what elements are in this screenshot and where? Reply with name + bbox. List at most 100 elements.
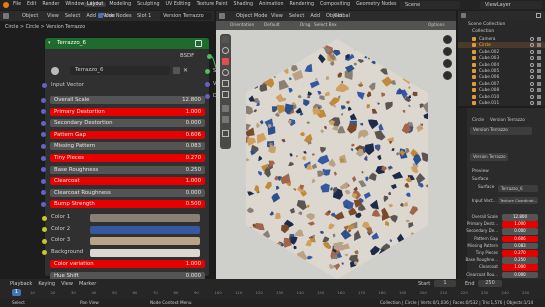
- outliner-item[interactable]: Cube.011: [458, 100, 545, 106]
- input-socket[interactable]: [41, 201, 46, 207]
- workspace-tab-compositing[interactable]: Compositing: [317, 2, 353, 7]
- material-field[interactable]: Version Terrazzo: [160, 12, 212, 20]
- color-swatch[interactable]: [90, 237, 200, 246]
- socket-v[interactable]: [205, 82, 210, 87]
- input-socket[interactable]: [41, 109, 46, 115]
- node-field-pattern-gap[interactable]: Pattern Gap 0.606: [41, 130, 205, 139]
- select-box-dropdown[interactable]: Select Box: [314, 21, 337, 30]
- menu-window[interactable]: Window: [65, 2, 84, 7]
- visibility-icon[interactable]: [530, 56, 534, 61]
- outliner-filter-icon[interactable]: [536, 13, 541, 18]
- outliner-item[interactable]: Cube.010: [458, 94, 545, 100]
- use-nodes-checkbox[interactable]: [98, 13, 103, 18]
- perspective-icon[interactable]: [443, 71, 452, 80]
- visibility-icon[interactable]: [530, 75, 534, 80]
- outliner-item[interactable]: Cube.002: [458, 49, 545, 55]
- rotate-tool-icon[interactable]: [222, 69, 229, 76]
- editor-type-icon[interactable]: [3, 13, 9, 19]
- prop-row-field[interactable]: 1.000: [502, 264, 538, 271]
- workspace-tab-texture-paint[interactable]: Texture Paint: [194, 2, 231, 7]
- visibility-icon[interactable]: [530, 62, 534, 67]
- transform-tool-icon[interactable]: [222, 91, 229, 98]
- render-icon[interactable]: [537, 75, 541, 80]
- workspace-tab-geometry-nodes[interactable]: Geometry Nodes: [353, 2, 399, 7]
- visibility-icon[interactable]: [530, 49, 534, 54]
- add-cube-tool-icon[interactable]: [222, 130, 229, 137]
- outliner-item[interactable]: Cube.007: [458, 81, 545, 87]
- render-icon[interactable]: [537, 69, 541, 73]
- color-swatch[interactable]: [90, 214, 200, 222]
- viewport-menu-view[interactable]: View: [271, 13, 283, 19]
- unlink-icon[interactable]: ✕: [183, 67, 188, 74]
- outliner-item[interactable]: Circle: [458, 42, 545, 49]
- node-field-primary-destortion[interactable]: Primary Destortion 1.000: [41, 107, 205, 116]
- render-icon[interactable]: [537, 49, 541, 54]
- preview-panel[interactable]: Preview: [472, 169, 489, 174]
- node-field-base-roughness[interactable]: Base Roughness 0.250: [41, 165, 205, 174]
- scene-field[interactable]: Scene: [400, 1, 460, 9]
- prop-row-field[interactable]: 0.000: [502, 271, 538, 279]
- surface-field[interactable]: Terrazzo_6: [498, 185, 538, 192]
- current-frame[interactable]: 1: [12, 289, 21, 296]
- prop-row-field[interactable]: 0.250: [502, 257, 538, 264]
- select-tool-icon[interactable]: [222, 36, 229, 43]
- viewport-menu-select[interactable]: Select: [289, 13, 304, 19]
- workspace-tab-uv-editing[interactable]: UV Editing: [163, 2, 194, 7]
- node-field-clearcoat-roughness[interactable]: Clearcoat Roughness 0.000: [41, 188, 205, 197]
- node-field-secondary-destortion[interactable]: Secondary Destortion 0.000: [41, 119, 205, 128]
- annotate-tool-icon[interactable]: [222, 105, 229, 112]
- viewlayer-field[interactable]: ViewLayer: [480, 1, 542, 9]
- render-icon[interactable]: [537, 37, 541, 41]
- prop-row-field[interactable]: 1.000: [502, 221, 538, 228]
- camera-view-icon[interactable]: [443, 59, 452, 68]
- input-socket[interactable]: [41, 178, 46, 184]
- color-socket[interactable]: [42, 238, 47, 244]
- terrazzo-group-node[interactable]: ▾ Terrazzo_6 BSDF Terrazzo_6 ✕ Input Vec…: [41, 37, 212, 280]
- default-dropdown[interactable]: Default: [264, 21, 280, 30]
- render-icon[interactable]: [537, 56, 541, 61]
- workspace-tab-shading[interactable]: Shading: [231, 2, 257, 7]
- visibility-icon[interactable]: [530, 69, 534, 73]
- input-socket[interactable]: [41, 155, 46, 161]
- pan-icon[interactable]: [443, 47, 452, 56]
- color-socket[interactable]: [42, 215, 47, 221]
- workspace-tab-animation[interactable]: Animation: [256, 2, 286, 7]
- menu-file[interactable]: File: [13, 2, 21, 7]
- prop-row-field[interactable]: 0.270: [502, 250, 538, 257]
- move-tool-icon[interactable]: [222, 58, 229, 65]
- color-swatch[interactable]: [90, 248, 200, 257]
- cursor-tool-icon[interactable]: [222, 47, 229, 54]
- render-icon[interactable]: [537, 88, 541, 93]
- outliner-item[interactable]: Cube.003: [458, 55, 545, 61]
- group-name-field[interactable]: Terrazzo_6: [70, 66, 170, 75]
- measure-tool-icon[interactable]: [222, 116, 229, 123]
- prop-row-field[interactable]: 0.083: [502, 242, 538, 250]
- input-vector-prop-field[interactable]: Texture Coordinat...: [498, 197, 538, 204]
- fake-user-icon[interactable]: [173, 67, 180, 74]
- node-menu-view[interactable]: View: [47, 13, 59, 19]
- terrazzo-hexagon[interactable]: [246, 39, 428, 279]
- viewport-editor-icon[interactable]: [219, 13, 225, 19]
- outliner-editor-icon[interactable]: [461, 13, 466, 18]
- input-socket[interactable]: [41, 132, 46, 138]
- render-icon[interactable]: [537, 81, 541, 86]
- visibility-icon[interactable]: [530, 37, 534, 41]
- viewport-menu-add[interactable]: Add: [310, 13, 320, 19]
- visibility-icon[interactable]: [530, 94, 534, 99]
- workspace-tab-sculpting[interactable]: Sculpting: [134, 2, 162, 7]
- node-field-missing-pattern[interactable]: Missing Pattern 0.083: [41, 142, 205, 151]
- node-menu-add[interactable]: Add: [86, 13, 96, 19]
- node-label-field[interactable]: Version Terrazzo: [470, 153, 508, 161]
- node-field-color-variation[interactable]: Color variation 1.000: [50, 260, 205, 269]
- object-mode-dropdown[interactable]: Object Mode: [236, 13, 268, 19]
- visibility-icon[interactable]: [530, 43, 534, 48]
- menu-edit[interactable]: Edit: [27, 2, 36, 7]
- visibility-icon[interactable]: [530, 88, 534, 93]
- outliner-item[interactable]: Camera: [458, 36, 545, 42]
- prop-row-field[interactable]: 0.000: [502, 228, 538, 235]
- outliner-item[interactable]: Cube.005: [458, 68, 545, 74]
- render-icon[interactable]: [537, 94, 541, 99]
- workspace-tab-modeling[interactable]: Modeling: [106, 2, 134, 7]
- collapse-icon[interactable]: ▾: [48, 40, 51, 46]
- node-field-clearcoat[interactable]: Clearcoat 1.000: [41, 177, 205, 186]
